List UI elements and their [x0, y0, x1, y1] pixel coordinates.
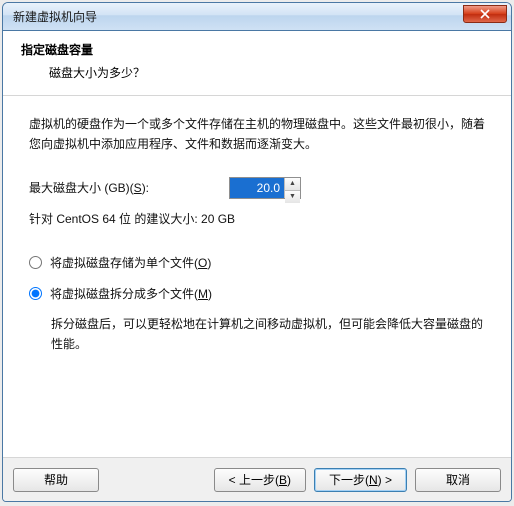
page-title: 指定磁盘容量 [21, 41, 493, 58]
back-button[interactable]: < 上一步(B) [214, 468, 306, 492]
radio-split-files-label: 将虚拟磁盘拆分成多个文件(M) [50, 284, 212, 304]
disk-size-accel: S [134, 181, 142, 195]
help-button[interactable]: 帮助 [13, 468, 99, 492]
radio-split-files-input[interactable] [29, 287, 42, 300]
disk-size-row: 最大磁盘大小 (GB)(S): ▲ ▼ [29, 177, 485, 199]
window-title: 新建虚拟机向导 [13, 8, 463, 25]
cancel-button[interactable]: 取消 [415, 468, 501, 492]
description-text: 虚拟机的硬盘作为一个或多个文件存储在主机的物理磁盘中。这些文件最初很小，随着您向… [29, 114, 485, 155]
wizard-header: 指定磁盘容量 磁盘大小为多少？ [3, 31, 511, 96]
disk-size-label: 最大磁盘大小 (GB)(S): [29, 178, 229, 198]
disk-size-input[interactable] [230, 178, 284, 198]
radio-single-file[interactable]: 将虚拟磁盘存储为单个文件(O) [29, 253, 485, 273]
radio-split-description: 拆分磁盘后，可以更轻松地在计算机之间移动虚拟机，但可能会降低大容量磁盘的性能。 [51, 314, 485, 355]
disk-storage-radio-group: 将虚拟磁盘存储为单个文件(O) 将虚拟磁盘拆分成多个文件(M) 拆分磁盘后，可以… [29, 253, 485, 355]
close-icon [480, 9, 490, 19]
disk-size-label-post: ): [142, 181, 149, 195]
spinner-buttons: ▲ ▼ [284, 178, 300, 198]
radio-split-files[interactable]: 将虚拟磁盘拆分成多个文件(M) [29, 284, 485, 304]
disk-size-spinner: ▲ ▼ [229, 177, 301, 199]
radio-single-file-input[interactable] [29, 256, 42, 269]
next-button[interactable]: 下一步(N) > [314, 468, 407, 492]
radio-single-file-label: 将虚拟磁盘存储为单个文件(O) [50, 253, 211, 273]
spinner-up[interactable]: ▲ [285, 178, 300, 191]
disk-size-label-pre: 最大磁盘大小 (GB)( [29, 181, 134, 195]
titlebar: 新建虚拟机向导 [3, 3, 511, 31]
recommended-size-text: 针对 CentOS 64 位 的建议大小: 20 GB [29, 209, 485, 229]
spinner-down[interactable]: ▼ [285, 191, 300, 203]
close-button[interactable] [463, 5, 507, 23]
wizard-footer: 帮助 < 上一步(B) 下一步(N) > 取消 [3, 457, 511, 501]
wizard-window: 新建虚拟机向导 指定磁盘容量 磁盘大小为多少？ 虚拟机的硬盘作为一个或多个文件存… [2, 2, 512, 502]
page-subtitle: 磁盘大小为多少？ [21, 64, 493, 81]
wizard-content: 虚拟机的硬盘作为一个或多个文件存储在主机的物理磁盘中。这些文件最初很小，随着您向… [3, 96, 511, 457]
